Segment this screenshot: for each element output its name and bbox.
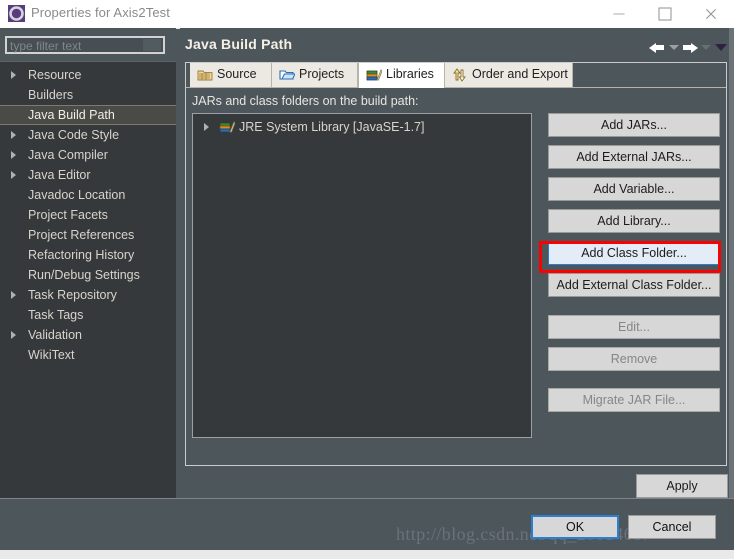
sidebar-item-label: Javadoc Location — [28, 188, 126, 202]
libraries-books-icon — [366, 67, 383, 83]
expand-arrow-icon[interactable] — [11, 151, 16, 159]
sidebar-item-refactoring-history[interactable]: Refactoring History — [0, 245, 176, 265]
sidebar-item-label: Builders — [28, 88, 74, 102]
button-add-variable[interactable]: Add Variable... — [548, 177, 720, 201]
cancel-button[interactable]: Cancel — [628, 515, 716, 539]
preference-tree: Resource Builders Java Build Path Java Code… — [0, 61, 176, 499]
sidebar-item-java-build-path[interactable]: Java Build Path — [0, 105, 176, 125]
sidebar-item-run-debug-settings[interactable]: Run/Debug Settings — [0, 265, 176, 285]
main-panel: Java Build Path Source Projects Libraries O… — [180, 28, 734, 498]
back-arrow-icon — [649, 39, 666, 56]
sidebar-item-label: Task Tags — [28, 308, 84, 322]
order-export-icon — [452, 67, 468, 83]
tab-projects[interactable]: Projects — [272, 63, 358, 88]
window-bottom-edge — [0, 550, 734, 559]
expand-arrow-icon[interactable] — [11, 171, 16, 179]
minimize-icon — [613, 13, 625, 15]
sidebar-item-label: Java Compiler — [28, 148, 108, 162]
sidebar-item-resource[interactable]: Resource — [0, 65, 176, 85]
expand-arrow-icon[interactable] — [11, 71, 16, 79]
sidebar-item-label: Java Editor — [28, 168, 91, 182]
list-item-label: JRE System Library [JavaSE-1.7] — [239, 120, 425, 134]
sidebar-item-wikitext[interactable]: WikiText — [0, 345, 176, 365]
properties-dialog: Properties for Axis2Test type filter tex… — [0, 0, 734, 559]
ok-button[interactable]: OK — [531, 515, 619, 539]
filter-input[interactable]: type filter text — [5, 36, 165, 54]
filter-caret-area — [143, 39, 161, 51]
libraries-list[interactable]: JRE System Library [JavaSE-1.7] — [192, 113, 532, 438]
content-frame: Source Projects Libraries Order and Export … — [185, 62, 727, 466]
button-remove: Remove — [548, 347, 720, 371]
sidebar-item-javadoc-location[interactable]: Javadoc Location — [0, 185, 176, 205]
libraries-books-icon — [219, 119, 236, 135]
source-folder-icon — [197, 67, 213, 83]
sidebar-item-label: Task Repository — [28, 288, 117, 302]
button-add-class-folder[interactable]: Add Class Folder... — [548, 241, 720, 265]
projects-folder-icon — [279, 67, 296, 83]
forward-arrow-icon — [681, 39, 698, 56]
expand-arrow-icon[interactable] — [11, 291, 16, 299]
sidebar: type filter text Resource Builders Java Bu… — [0, 28, 176, 499]
tab-label: Projects — [299, 67, 345, 81]
title-bar: Properties for Axis2Test — [0, 0, 734, 29]
tab-label: Source — [217, 67, 257, 81]
back-history-menu[interactable] — [668, 36, 679, 58]
sidebar-item-label: Validation — [28, 328, 82, 342]
tab-order-and-export[interactable]: Order and Export — [445, 63, 573, 88]
section-label: JARs and class folders on the build path… — [192, 94, 419, 108]
sidebar-item-java-code-style[interactable]: Java Code Style — [0, 125, 176, 145]
forward-button[interactable] — [681, 36, 698, 58]
sidebar-item-task-repository[interactable]: Task Repository — [0, 285, 176, 305]
sidebar-item-label: Refactoring History — [28, 248, 135, 262]
button-add-external-class-folder[interactable]: Add External Class Folder... — [548, 273, 720, 297]
tab-label: Order and Export — [472, 67, 568, 81]
sidebar-item-label: Project Facets — [28, 208, 108, 222]
eclipse-properties-icon — [8, 5, 25, 22]
button-edit: Edit... — [548, 315, 720, 339]
view-menu-button[interactable] — [713, 36, 730, 58]
apply-button[interactable]: Apply — [636, 474, 728, 498]
maximize-button[interactable] — [642, 0, 688, 28]
sidebar-item-label: Java Build Path — [28, 108, 115, 122]
button-add-external-jars[interactable]: Add External JARs... — [548, 145, 720, 169]
sidebar-item-project-references[interactable]: Project References — [0, 225, 176, 245]
sidebar-item-java-compiler[interactable]: Java Compiler — [0, 145, 176, 165]
forward-history-menu[interactable] — [700, 36, 711, 58]
navigation-toolbar — [647, 36, 730, 58]
close-button[interactable] — [688, 0, 734, 28]
tab-label: Libraries — [386, 67, 434, 81]
sidebar-item-label: WikiText — [28, 348, 75, 362]
tab-underline — [186, 87, 726, 88]
sidebar-item-task-tags[interactable]: Task Tags — [0, 305, 176, 325]
sidebar-item-project-facets[interactable]: Project Facets — [0, 205, 176, 225]
sidebar-item-label: Project References — [28, 228, 135, 242]
sidebar-item-validation[interactable]: Validation — [0, 325, 176, 345]
expand-arrow-icon[interactable] — [204, 123, 209, 131]
sidebar-item-java-editor[interactable]: Java Editor — [0, 165, 176, 185]
tab-strip: Source Projects Libraries Order and Export — [186, 63, 726, 88]
tab-libraries[interactable]: Libraries — [358, 63, 445, 88]
expand-arrow-icon[interactable] — [11, 131, 16, 139]
window-title: Properties for Axis2Test — [31, 5, 170, 20]
maximize-icon — [658, 7, 672, 21]
button-add-library[interactable]: Add Library... — [548, 209, 720, 233]
back-button[interactable] — [649, 36, 666, 58]
tab-source[interactable]: Source — [190, 63, 272, 88]
close-icon — [705, 8, 718, 21]
sidebar-item-builders[interactable]: Builders — [0, 85, 176, 105]
button-migrate-jar-file: Migrate JAR File... — [548, 388, 720, 412]
page-title: Java Build Path — [185, 36, 293, 52]
minimize-button[interactable] — [596, 0, 642, 28]
window-edge — [729, 28, 734, 498]
sidebar-item-label: Run/Debug Settings — [28, 268, 140, 282]
filter-placeholder: type filter text — [10, 39, 82, 53]
sidebar-item-label: Java Code Style — [28, 128, 120, 142]
expand-arrow-icon[interactable] — [11, 331, 16, 339]
button-add-jars[interactable]: Add JARs... — [548, 113, 720, 137]
sidebar-item-label: Resource — [28, 68, 82, 82]
